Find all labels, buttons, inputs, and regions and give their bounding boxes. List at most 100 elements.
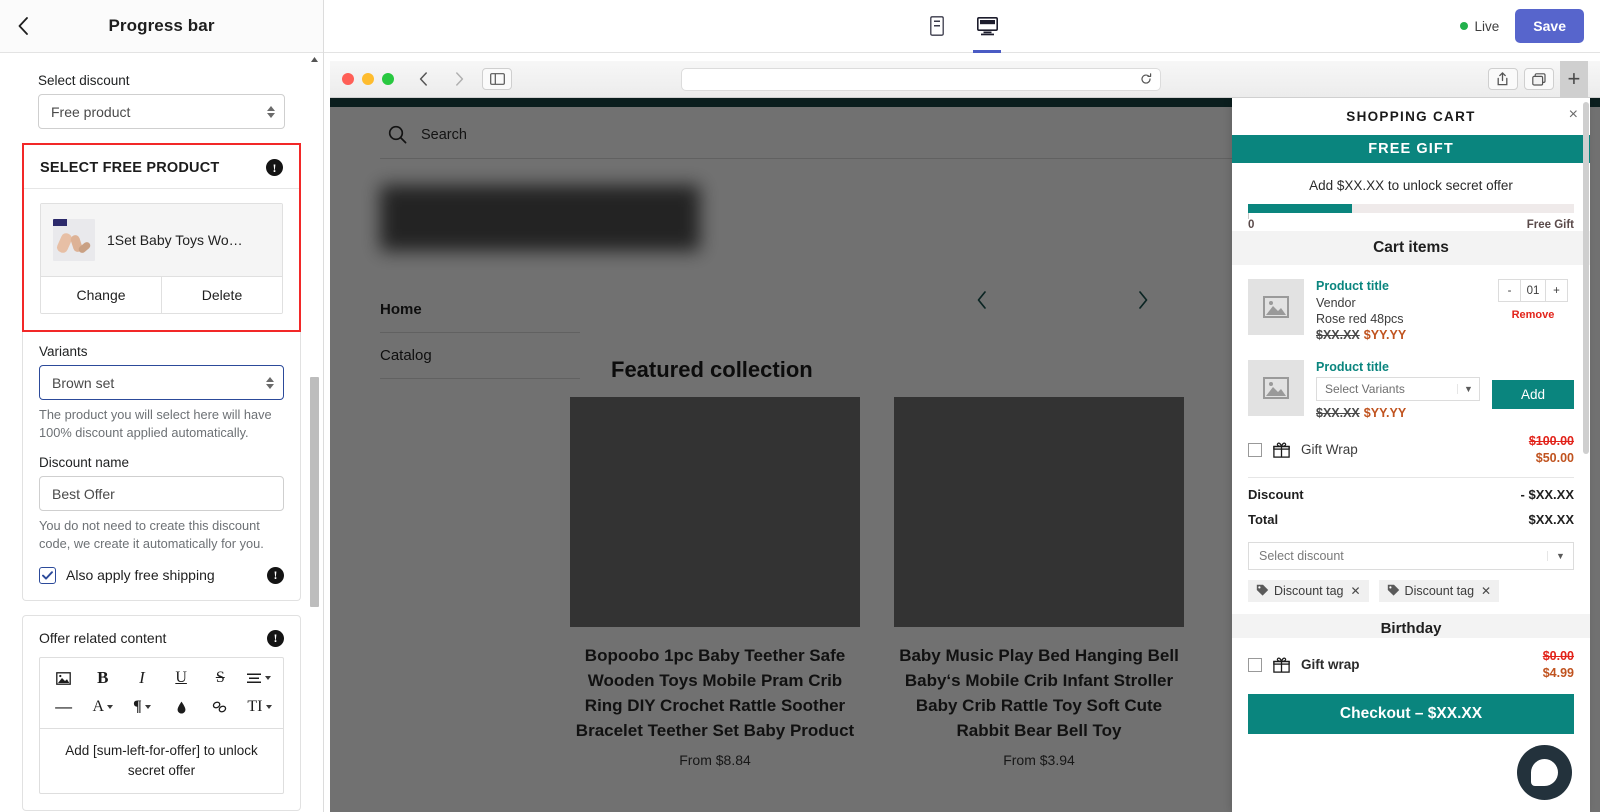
minimize-window-button[interactable]	[362, 73, 374, 85]
share-icon[interactable]	[1488, 68, 1518, 90]
add-item-button[interactable]: Add	[1492, 380, 1574, 409]
discount-label: Discount	[1248, 487, 1304, 502]
browser-forward-button[interactable]	[446, 68, 472, 90]
strikethrough-icon[interactable]: S	[201, 664, 240, 693]
close-window-button[interactable]	[342, 73, 354, 85]
variants-label: Variants	[39, 344, 284, 359]
close-icon[interactable]: ✕	[1481, 584, 1491, 598]
chevron-left-icon	[17, 17, 29, 35]
browser-back-button[interactable]	[410, 68, 436, 90]
discount-summary-row: Discount - $XX.XX	[1232, 478, 1590, 507]
scrollbar-thumb[interactable]	[310, 377, 319, 607]
desktop-device-icon[interactable]	[970, 0, 1004, 53]
nav-item-home[interactable]: Home	[380, 287, 580, 333]
mobile-device-icon[interactable]	[920, 0, 954, 53]
cart-scrollbar-thumb[interactable]	[1583, 102, 1589, 454]
chat-bubble-icon[interactable]	[1517, 745, 1572, 800]
chevron-down-icon: ▼	[1457, 384, 1479, 394]
gift-wrap-prices: $100.00 $50.00	[1529, 433, 1574, 467]
cart-items-heading: Cart items	[1232, 231, 1590, 265]
discount-name-help-text: You do not need to create this discount …	[39, 517, 284, 552]
info-icon[interactable]: !	[266, 159, 283, 176]
selected-product-row: 1Set Baby Toys Wo…	[41, 204, 282, 276]
quantity-value[interactable]: 01	[1520, 280, 1546, 301]
sidebar-scrollbar[interactable]	[309, 55, 320, 810]
align-icon[interactable]	[240, 664, 279, 693]
highlight-icon[interactable]	[162, 693, 201, 722]
sidebar-toggle-icon[interactable]	[482, 68, 512, 90]
delete-product-button[interactable]: Delete	[161, 277, 282, 313]
selected-product-card: 1Set Baby Toys Wo… Change Delete	[40, 203, 283, 314]
font-color-icon[interactable]: A	[83, 693, 122, 722]
cart-item-title[interactable]: Product title	[1316, 279, 1480, 293]
chevron-right-icon	[1136, 290, 1150, 310]
variant-select[interactable]: Select Variants ▼	[1316, 377, 1480, 401]
select-discount-dropdown[interactable]: Free product	[38, 94, 285, 129]
variants-help-text: The product you will select here will ha…	[39, 406, 284, 441]
quantity-increase-button[interactable]: +	[1546, 280, 1567, 301]
discount-tag[interactable]: Discount tag ✕	[1379, 580, 1500, 602]
chain-glyph	[212, 701, 228, 713]
discount-tag-label: Discount tag	[1274, 584, 1343, 598]
offer-content-text[interactable]: Add [sum-left-for-offer] to unlock secre…	[40, 729, 283, 794]
gift-wrap-new-price: $50.00	[1529, 450, 1574, 467]
discount-name-label: Discount name	[39, 455, 284, 470]
info-icon[interactable]: !	[267, 630, 284, 647]
scroll-up-arrow-icon[interactable]	[310, 55, 319, 64]
gift-wrap-checkbox[interactable]	[1248, 443, 1262, 457]
discount-name-input[interactable]: Best Offer	[39, 476, 284, 511]
close-icon[interactable]: ×	[1569, 107, 1578, 123]
underline-icon[interactable]: U	[162, 664, 201, 693]
cart-item-details: Product title Vendor Rose red 48pcs $XX.…	[1316, 279, 1480, 342]
product-card[interactable]: Bopoobo 1pc Baby Teether Safe Wooden Toy…	[570, 397, 860, 768]
bold-icon[interactable]: B	[83, 664, 122, 693]
back-button[interactable]	[0, 0, 46, 53]
carousel-next-button[interactable]	[1136, 290, 1150, 316]
url-input[interactable]	[681, 68, 1161, 91]
cart-item-controls: Add	[1492, 360, 1574, 409]
variants-dropdown[interactable]: Brown set	[39, 365, 284, 400]
tabs-icon[interactable]	[1524, 68, 1554, 90]
checkout-button[interactable]: Checkout – $XX.XX	[1248, 694, 1574, 734]
paragraph-icon[interactable]: ¶	[122, 693, 161, 722]
discount-select[interactable]: Select discount ▼	[1248, 542, 1574, 570]
progress-section: 0 Free Gift	[1232, 204, 1590, 231]
nav-item-catalog[interactable]: Catalog	[380, 333, 580, 379]
info-icon[interactable]: !	[267, 567, 284, 584]
product-title: Baby Music Play Bed Hanging Bell Baby‘s …	[894, 643, 1184, 744]
editor-toolbar: B I U S	[40, 658, 283, 729]
product-image	[570, 397, 860, 627]
birthday-gift-wrap-row: Gift wrap $0.00 $4.99	[1232, 638, 1590, 686]
maximize-window-button[interactable]	[382, 73, 394, 85]
quantity-decrease-button[interactable]: -	[1499, 280, 1520, 301]
italic-icon[interactable]: I	[122, 664, 161, 693]
droplet-glyph	[177, 701, 186, 714]
cart-item-title[interactable]: Product title	[1316, 360, 1480, 374]
cart-scrollbar[interactable]	[1583, 102, 1589, 462]
app-root: Progress bar Select discount Free produc…	[0, 0, 1600, 812]
product-title: Bopoobo 1pc Baby Teether Safe Wooden Toy…	[570, 643, 860, 744]
horizontal-rule-icon[interactable]: —	[44, 693, 83, 722]
link-icon[interactable]	[201, 693, 240, 722]
remove-item-button[interactable]: Remove	[1512, 309, 1555, 321]
birthday-gift-wrap-checkbox[interactable]	[1248, 658, 1262, 672]
text-size-icon[interactable]: TI	[240, 693, 279, 722]
save-button[interactable]: Save	[1515, 9, 1584, 43]
insert-image-icon[interactable]	[44, 664, 83, 693]
chat-glyph	[1531, 759, 1558, 786]
free-shipping-checkbox[interactable]	[39, 567, 56, 584]
toolbar-row-1: B I U S	[44, 664, 279, 693]
offer-content-card: Offer related content !	[22, 615, 301, 812]
new-tab-button[interactable]: +	[1560, 61, 1588, 98]
gift-icon	[1273, 656, 1290, 673]
reload-icon[interactable]	[1140, 73, 1152, 85]
discount-tag[interactable]: Discount tag ✕	[1248, 580, 1369, 602]
change-product-button[interactable]: Change	[41, 277, 161, 313]
carousel-prev-button[interactable]	[975, 290, 989, 316]
select-discount-label: Select discount	[38, 73, 285, 88]
discount-tags: Discount tag ✕ Discount tag ✕	[1232, 570, 1590, 614]
product-card[interactable]: Baby Music Play Bed Hanging Bell Baby‘s …	[894, 397, 1184, 768]
cart-title: SHOPPING CART	[1346, 109, 1475, 124]
top-toolbar: Live Save	[324, 0, 1600, 53]
close-icon[interactable]: ✕	[1350, 584, 1360, 598]
